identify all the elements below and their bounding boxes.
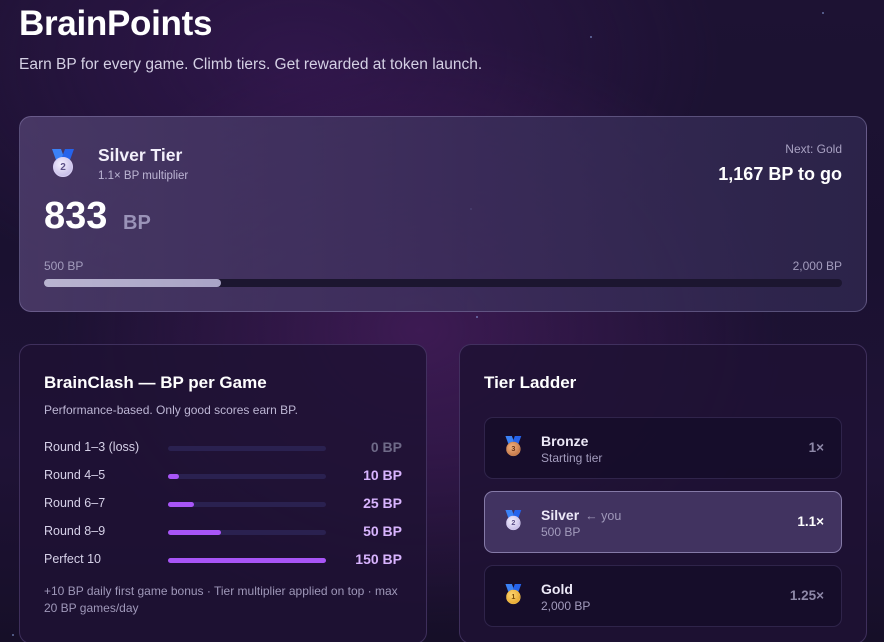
background-star: [822, 12, 824, 14]
tier-multiplier: 1.1×: [797, 514, 824, 529]
tier-ladder-panel: Tier Ladder 3 Bronze Starting tier 1× 2 …: [459, 344, 867, 642]
reward-row: Perfect 10 150 BP: [44, 551, 402, 569]
tier-multiplier: 1.25×: [789, 588, 824, 603]
tier-name: Gold: [541, 581, 573, 597]
reward-bar: [168, 558, 326, 563]
background-star: [12, 634, 14, 636]
tier-name: Bronze: [541, 433, 589, 449]
background-star: [590, 36, 592, 38]
background-star: [476, 316, 478, 318]
reward-value: 0 BP: [370, 439, 402, 455]
bp-to-go: 1,167 BP to go: [718, 164, 842, 184]
tier-multiplier: 1.1× BP multiplier: [98, 170, 189, 182]
reward-row: Round 1–3 (loss) 0 BP: [44, 439, 402, 457]
reward-bar: [168, 530, 326, 535]
silver-medal-icon: 2: [504, 510, 523, 532]
tier-name: Silver Tier: [98, 145, 183, 165]
panel-title: BrainClash — BP per Game: [44, 373, 267, 392]
reward-bar: [168, 502, 326, 507]
reward-row: Round 4–5 10 BP: [44, 467, 402, 485]
silver-medal-icon: 2: [50, 149, 76, 179]
reward-value: 10 BP: [363, 467, 402, 483]
round-label: Round 6–7: [44, 496, 106, 510]
page-title: BrainPoints: [19, 4, 213, 43]
progress-range-max: 2,000 BP: [792, 259, 842, 273]
panel-subtitle: Performance-based. Only good scores earn…: [44, 403, 298, 417]
tier-multiplier: 1×: [808, 440, 824, 455]
round-label: Perfect 10: [44, 552, 101, 566]
tier-requirement: Starting tier: [541, 451, 603, 465]
reward-bar-fill: [168, 530, 221, 535]
next-tier-label: Next: Gold: [785, 142, 842, 156]
current-tier-card: 2 Silver Tier 1.1× BP multiplier Next: G…: [19, 116, 867, 312]
round-label: Round 1–3 (loss): [44, 440, 140, 454]
round-label: Round 4–5: [44, 468, 106, 482]
reward-bar: [168, 474, 326, 479]
bp-footnote: +10 BP daily first game bonus · Tier mul…: [44, 584, 398, 615]
current-tier-marker: ← you: [585, 509, 622, 523]
reward-row: Round 8–9 50 BP: [44, 523, 402, 541]
bp-unit: BP: [123, 212, 151, 234]
tier-requirement: 500 BP: [541, 525, 581, 539]
tier-progress-bar: [44, 279, 842, 287]
gold-medal-icon: 1: [504, 584, 523, 606]
tier-requirement: 2,000 BP: [541, 599, 591, 613]
round-label: Round 8–9: [44, 524, 106, 538]
reward-value: 50 BP: [363, 523, 402, 539]
bp-balance: 833: [44, 195, 108, 237]
reward-row: Round 6–7 25 BP: [44, 495, 402, 513]
bronze-medal-icon: 3: [504, 436, 523, 458]
tier-progress-fill: [44, 279, 222, 287]
progress-range-min: 500 BP: [44, 259, 84, 273]
tier-item-silver[interactable]: 2 Silver ← you 500 BP 1.1×: [484, 491, 842, 553]
tier-item-bronze[interactable]: 3 Bronze Starting tier 1×: [484, 417, 842, 479]
reward-value: 25 BP: [363, 495, 402, 511]
reward-bar-fill: [168, 474, 179, 479]
page-subtitle: Earn BP for every game. Climb tiers. Get…: [19, 56, 483, 73]
tier-name: Silver ← you: [541, 507, 622, 523]
bp-per-game-panel: BrainClash — BP per Game Performance-bas…: [19, 344, 427, 642]
panel-title: Tier Ladder: [484, 373, 577, 392]
reward-bar-fill: [168, 502, 195, 507]
tier-item-gold[interactable]: 1 Gold 2,000 BP 1.25×: [484, 565, 842, 627]
reward-value: 150 BP: [355, 551, 402, 567]
reward-bar-fill: [168, 558, 326, 563]
reward-bar: [168, 446, 326, 451]
